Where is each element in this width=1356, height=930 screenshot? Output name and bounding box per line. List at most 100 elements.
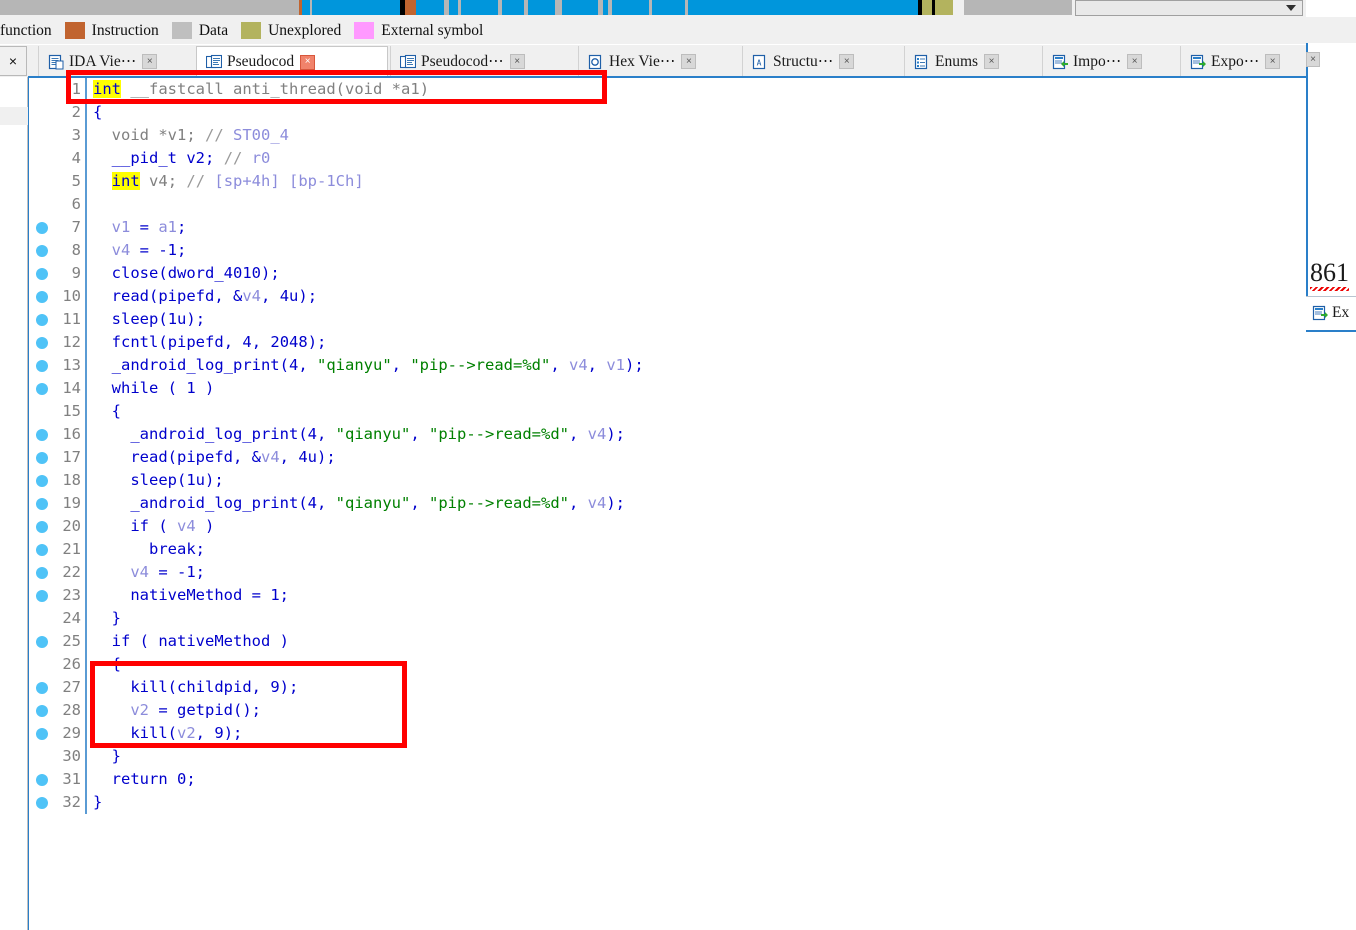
tab-pseudocode-b[interactable]: Pseudocod⋯ × [390, 46, 565, 77]
code-line[interactable]: 1 int __fastcall anti_thread(void *a1) [29, 78, 644, 101]
breakpoint-dot-icon[interactable] [29, 704, 55, 717]
code-line-text[interactable]: } [87, 791, 102, 814]
breakpoint-dot-icon[interactable] [29, 382, 55, 395]
breakpoint-dot-icon[interactable] [36, 290, 48, 303]
code-line[interactable]: 22 v4 = -1; [29, 561, 644, 584]
breakpoint-dot-icon[interactable] [29, 520, 55, 533]
code-line-text[interactable]: } [87, 745, 121, 768]
breakpoint-dot-icon[interactable] [36, 313, 48, 326]
close-icon[interactable]: × [1127, 54, 1143, 69]
breakpoint-dot-icon[interactable] [36, 474, 48, 487]
code-line-text[interactable]: sleep(1u); [87, 308, 205, 331]
breakpoint-dot-icon[interactable] [29, 313, 55, 326]
tab-structures[interactable]: A Structu⋯ × [742, 46, 890, 77]
breakpoint-dot-icon[interactable] [29, 796, 55, 809]
code-line[interactable]: 9 close(dword_4010); [29, 262, 644, 285]
breakpoint-dot-icon[interactable] [29, 221, 55, 234]
breakpoint-dot-icon[interactable] [36, 727, 48, 740]
breakpoint-dot-icon[interactable] [36, 267, 48, 280]
breakpoint-dot-icon[interactable] [36, 520, 48, 533]
code-line[interactable]: 17 read(pipefd, &v4, 4u); [29, 446, 644, 469]
breakpoint-dot-icon[interactable] [29, 244, 55, 257]
code-line-text[interactable]: sleep(1u); [87, 469, 223, 492]
tab-enums[interactable]: Enums × [904, 46, 1044, 77]
breakpoint-dot-icon[interactable] [36, 244, 48, 257]
breakpoint-dot-icon[interactable] [29, 428, 55, 441]
tab-imports[interactable]: Impo⋯ × [1042, 46, 1174, 77]
breakpoint-dot-icon[interactable] [36, 382, 48, 395]
code-line-text[interactable]: if ( nativeMethod ) [87, 630, 289, 653]
code-line-text[interactable]: kill(childpid, 9); [87, 676, 298, 699]
code-line-text[interactable]: fcntl(pipefd, 4, 2048); [87, 331, 327, 354]
code-line-text[interactable]: void *v1; // ST00_4 [87, 124, 289, 147]
breakpoint-dot-icon[interactable] [36, 681, 48, 694]
code-line[interactable]: 20 if ( v4 ) [29, 515, 644, 538]
code-line-text[interactable]: _android_log_print(4, "qianyu", "pip-->r… [87, 354, 644, 377]
navigator-jump-combobox[interactable] [1075, 0, 1303, 16]
breakpoint-dot-icon[interactable] [36, 589, 48, 602]
breakpoint-dot-icon[interactable] [36, 566, 48, 579]
code-line-text[interactable]: break; [87, 538, 205, 561]
code-line[interactable]: 7 v1 = a1; [29, 216, 644, 239]
code-line-text[interactable]: __pid_t v2; // r0 [87, 147, 271, 170]
close-icon[interactable]: × [839, 54, 855, 69]
breakpoint-dot-icon[interactable] [29, 727, 55, 740]
code-line-text[interactable]: { [87, 653, 121, 676]
tab-hex-view[interactable]: Hex Vie⋯ × [578, 46, 728, 77]
code-line-text[interactable]: } [87, 607, 121, 630]
code-line[interactable]: 19 _android_log_print(4, "qianyu", "pip-… [29, 492, 644, 515]
code-line-text[interactable]: { [87, 101, 102, 124]
breakpoint-dot-icon[interactable] [36, 543, 48, 556]
breakpoint-dot-icon[interactable] [29, 497, 55, 510]
breakpoint-dot-icon[interactable] [29, 290, 55, 303]
code-line-text[interactable]: kill(v2, 9); [87, 722, 242, 745]
tab-pseudocode-a[interactable]: Pseudocod × [196, 46, 388, 77]
code-line[interactable]: 28 v2 = getpid(); [29, 699, 644, 722]
close-tab-button[interactable]: × [0, 46, 27, 76]
code-line-text[interactable]: v4 = -1; [87, 561, 205, 584]
close-icon[interactable]: × [984, 54, 1000, 69]
breakpoint-dot-icon[interactable] [29, 336, 55, 349]
breakpoint-dot-icon[interactable] [36, 428, 48, 441]
breakpoint-dot-icon[interactable] [29, 267, 55, 280]
code-line[interactable]: 24 } [29, 607, 644, 630]
code-line[interactable]: 29 kill(v2, 9); [29, 722, 644, 745]
code-line[interactable]: 11 sleep(1u); [29, 308, 644, 331]
breakpoint-dot-icon[interactable] [36, 359, 48, 372]
code-line-text[interactable]: v1 = a1; [87, 216, 187, 239]
code-line-text[interactable]: { [87, 400, 121, 423]
close-icon[interactable]: × [681, 54, 697, 69]
close-icon[interactable]: × [300, 54, 316, 70]
code-line-text[interactable]: _android_log_print(4, "qianyu", "pip-->r… [87, 423, 625, 446]
breakpoint-dot-icon[interactable] [36, 773, 48, 786]
overlay-tab-exports[interactable]: Ex [1312, 304, 1349, 322]
breakpoint-dot-icon[interactable] [29, 773, 55, 786]
pseudocode-view[interactable]: 1 int __fastcall anti_thread(void *a1) 2{3… [28, 78, 1306, 930]
code-line[interactable]: 6 [29, 193, 644, 216]
code-line[interactable]: 12 fcntl(pipefd, 4, 2048); [29, 331, 644, 354]
breakpoint-dot-icon[interactable] [29, 635, 55, 648]
close-icon[interactable]: × [1265, 54, 1281, 69]
tab-ida-view[interactable]: IDA Vie⋯ × [38, 46, 186, 77]
code-line[interactable]: 4 __pid_t v2; // r0 [29, 147, 644, 170]
code-line-text[interactable]: return 0; [87, 768, 196, 791]
overlay-tab-close-button[interactable]: × [1306, 52, 1320, 67]
breakpoint-dot-icon[interactable] [36, 221, 48, 234]
code-line[interactable]: 26 { [29, 653, 644, 676]
breakpoint-dot-icon[interactable] [36, 451, 48, 464]
breakpoint-dot-icon[interactable] [36, 497, 48, 510]
code-line-text[interactable]: int __fastcall anti_thread(void *a1) [87, 78, 429, 101]
code-line[interactable]: 8 v4 = -1; [29, 239, 644, 262]
breakpoint-dot-icon[interactable] [36, 635, 48, 648]
breakpoint-dot-icon[interactable] [29, 589, 55, 602]
code-line[interactable]: 25 if ( nativeMethod ) [29, 630, 644, 653]
code-line[interactable]: 21 break; [29, 538, 644, 561]
breakpoint-dot-icon[interactable] [29, 359, 55, 372]
code-line-text[interactable]: _android_log_print(4, "qianyu", "pip-->r… [87, 492, 625, 515]
code-line-text[interactable]: nativeMethod = 1; [87, 584, 289, 607]
code-line-text[interactable]: while ( 1 ) [87, 377, 215, 400]
code-line-text[interactable]: close(dword_4010); [87, 262, 280, 285]
left-panel-selected-row[interactable] [0, 107, 28, 125]
code-line-text[interactable]: int v4; // [sp+4h] [bp-1Ch] [87, 170, 364, 193]
breakpoint-dot-icon[interactable] [29, 681, 55, 694]
